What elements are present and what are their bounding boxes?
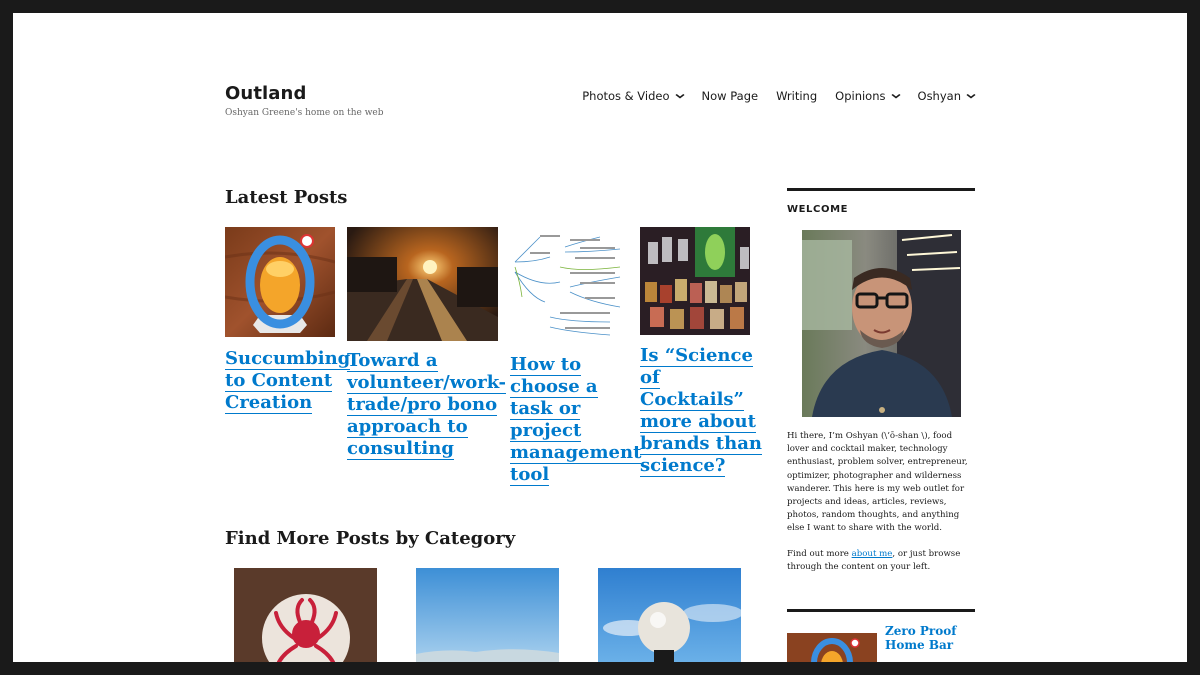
category-thumbnail-2[interactable]: [416, 568, 559, 662]
title-line: trade/pro bono: [347, 394, 498, 415]
title-line: Succumbing: [225, 348, 351, 369]
title-line: of: [640, 367, 660, 388]
more-prefix: Find out more: [787, 549, 852, 559]
sidebar-divider: [787, 188, 975, 191]
category-thumbnail-3[interactable]: [598, 568, 741, 662]
title-line: How to: [510, 354, 582, 375]
title-line: Cocktails”: [640, 389, 744, 410]
nav-label: Writing: [776, 89, 818, 103]
primary-nav: Photos & Video Now Page Writing Opinions…: [564, 89, 976, 103]
site-tagline: Oshyan Greene's home on the web: [225, 108, 384, 118]
title-line: Is “Science: [640, 345, 753, 366]
title-line: consulting: [347, 438, 454, 459]
nav-label: Now Page: [701, 89, 759, 103]
title-line: tool: [510, 464, 550, 485]
chevron-down-icon: [966, 92, 976, 101]
orange-cocktail-logo-photo: [787, 633, 877, 662]
category-thumbnail-1[interactable]: [234, 568, 377, 662]
orange-cocktail-logo-photo: [225, 227, 335, 337]
nav-item-opinions[interactable]: Opinions: [835, 89, 901, 103]
sunset-train-tracks-photo: [347, 227, 498, 341]
title-line: science?: [640, 455, 726, 476]
post-title-2[interactable]: Toward a volunteer/work- trade/pro bono …: [347, 350, 506, 460]
title-line: choose a: [510, 376, 598, 397]
about-me-link[interactable]: about me: [852, 549, 893, 559]
post-title-1[interactable]: Succumbing to Content Creation: [225, 348, 350, 414]
mind-map-diagram-image: [510, 227, 628, 344]
post-thumbnail-3[interactable]: [510, 227, 628, 344]
nav-item-writing[interactable]: Writing: [776, 89, 817, 103]
nav-label: Oshyan: [917, 89, 961, 103]
street-lamp-sky-photo: [598, 568, 741, 662]
welcome-widget-title: WELCOME: [787, 204, 849, 215]
welcome-more-text: Find out more about me, or just browse t…: [787, 548, 971, 574]
chevron-down-icon: [674, 92, 685, 101]
nav-label: Photos & Video: [582, 89, 670, 103]
nav-label: Opinions: [835, 89, 886, 103]
title-line: brands than: [640, 433, 762, 454]
welcome-bio-text: Hi there, I’m Oshyan (\’ō-shan \), food …: [787, 431, 968, 534]
title-line: Toward a: [347, 350, 438, 371]
latest-posts-heading: Latest Posts: [225, 187, 348, 208]
site-title[interactable]: Outland: [225, 83, 306, 104]
categories-heading: Find More Posts by Category: [225, 528, 516, 549]
nav-item-oshyan[interactable]: Oshyan: [917, 89, 976, 103]
nav-item-now-page[interactable]: Now Page: [702, 89, 759, 103]
nav-item-photos-video[interactable]: Photos & Video: [582, 89, 685, 103]
title-line: more about: [640, 411, 756, 432]
post-thumbnail-1[interactable]: [225, 227, 335, 337]
sidebar-divider: [787, 609, 975, 612]
portrait-photo: [802, 230, 961, 417]
blue-sky-landscape-photo: [416, 568, 559, 662]
post-thumbnail-4[interactable]: [640, 227, 750, 335]
page-frame: Outland Oshyan Greene's home on the web …: [13, 13, 1187, 662]
title-line: to Content: [225, 370, 333, 391]
title-line: task or: [510, 398, 581, 419]
title-line: Creation: [225, 392, 313, 413]
octopus-coaster-photo: [234, 568, 377, 662]
cocktail-glasses-bar-photo: [640, 227, 750, 335]
title-line: management: [510, 442, 642, 463]
chevron-down-icon: [890, 92, 901, 101]
title-line: approach to: [347, 416, 468, 437]
portrait-image: [802, 230, 961, 417]
sidebar-post-thumbnail[interactable]: [787, 633, 877, 662]
post-thumbnail-2[interactable]: [347, 227, 498, 341]
title-line: volunteer/work-: [347, 372, 506, 393]
sidebar-post-title[interactable]: Zero Proof Home Bar: [885, 624, 975, 652]
post-title-4[interactable]: Is “Science of Cocktails” more about bra…: [640, 345, 762, 477]
title-line: project: [510, 420, 582, 441]
post-title-3[interactable]: How to choose a task or project manageme…: [510, 354, 641, 486]
